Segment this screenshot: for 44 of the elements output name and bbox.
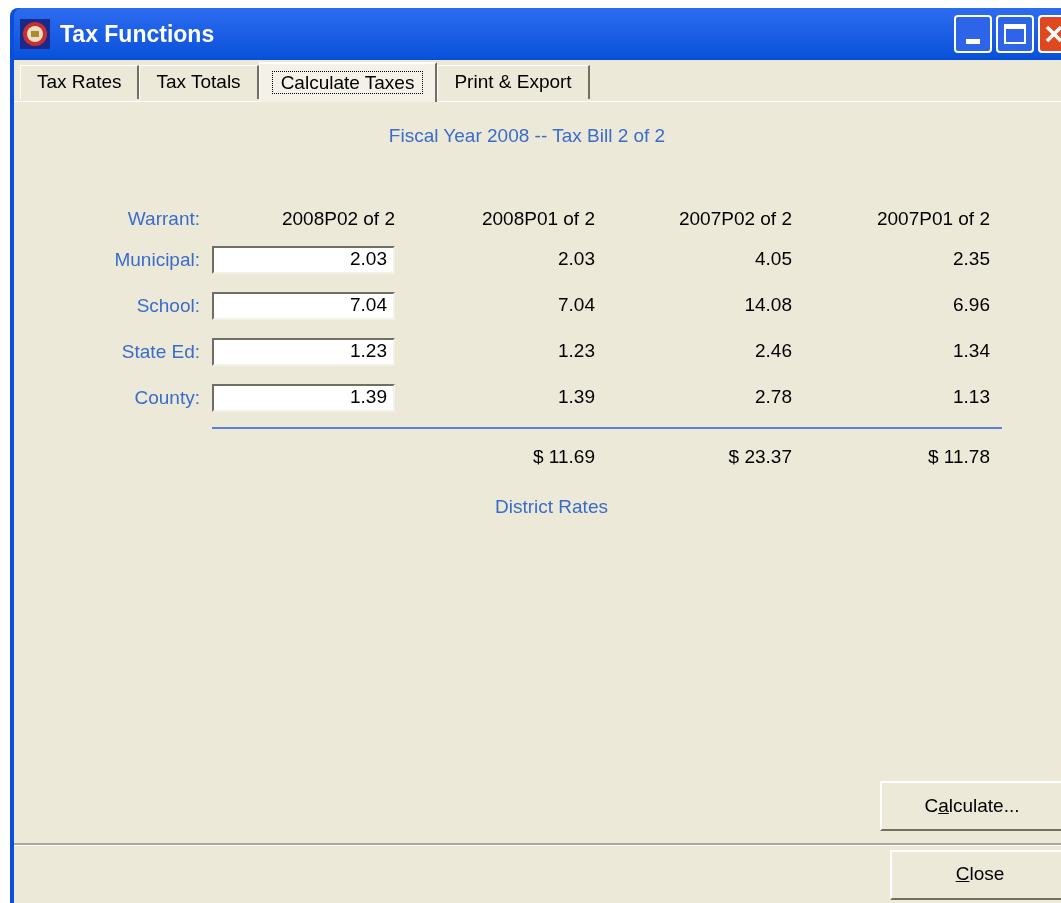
rate-input[interactable]: 1.39: [212, 383, 395, 412]
rate-input[interactable]: 7.04: [212, 291, 395, 320]
rate-value: 2.03: [557, 247, 595, 272]
calculate-button[interactable]: Calculate...: [880, 781, 1061, 831]
rate-value: 4.05: [754, 247, 792, 272]
warrant-column-header: 2008P01 of 2: [480, 206, 595, 231]
rate-value: 2.78: [754, 385, 792, 410]
rate-value: 1.13: [952, 385, 990, 410]
tab[interactable]: Tax Rates: [20, 65, 140, 99]
rate-value: 1.39: [557, 385, 595, 410]
rate-label: Municipal:: [113, 247, 201, 272]
total-value: $ 11.69: [532, 444, 595, 469]
rate-label: County:: [133, 385, 201, 410]
rate-label: State Ed:: [120, 339, 201, 364]
rate-input[interactable]: 1.23: [212, 337, 395, 366]
rate-label: School:: [135, 293, 201, 318]
rate-input[interactable]: 2.03: [212, 245, 395, 274]
close-button[interactable]: Close: [890, 849, 1061, 900]
app-icon: [20, 19, 50, 49]
rate-value: 6.96: [952, 293, 990, 318]
warrant-label: Warrant:: [126, 206, 201, 231]
warrant-column-header: 2007P02 of 2: [677, 206, 792, 231]
rate-value: 2.46: [754, 339, 792, 364]
rate-value: 1.34: [952, 339, 990, 364]
rate-value: 1.23: [557, 339, 595, 364]
rate-value: 7.04: [557, 293, 595, 318]
tab[interactable]: Calculate Taxes: [258, 62, 438, 102]
total-value: $ 23.37: [727, 444, 792, 469]
maximize-icon: [1004, 24, 1026, 44]
window-title: Tax Functions: [60, 19, 216, 49]
tab[interactable]: Tax Totals: [139, 65, 259, 99]
district-rates-caption: District Rates: [495, 495, 608, 519]
tab[interactable]: Print & Export: [437, 65, 590, 99]
warrant-column-header: 2007P01 of 2: [875, 206, 990, 231]
maximize-button[interactable]: [996, 15, 1034, 53]
minimize-button[interactable]: [954, 15, 992, 53]
rate-value: 2.35: [952, 247, 990, 272]
minimize-icon: [966, 39, 980, 44]
fiscal-year-heading: Fiscal Year 2008 -- Tax Bill 2 of 2: [388, 124, 666, 148]
close-window-button[interactable]: [1038, 15, 1061, 53]
rate-value: 14.08: [743, 293, 792, 318]
close-icon: [1044, 24, 1061, 44]
total-value: $ 11.78: [927, 444, 990, 469]
warrant-column-header: 2008P02 of 2: [280, 206, 395, 231]
